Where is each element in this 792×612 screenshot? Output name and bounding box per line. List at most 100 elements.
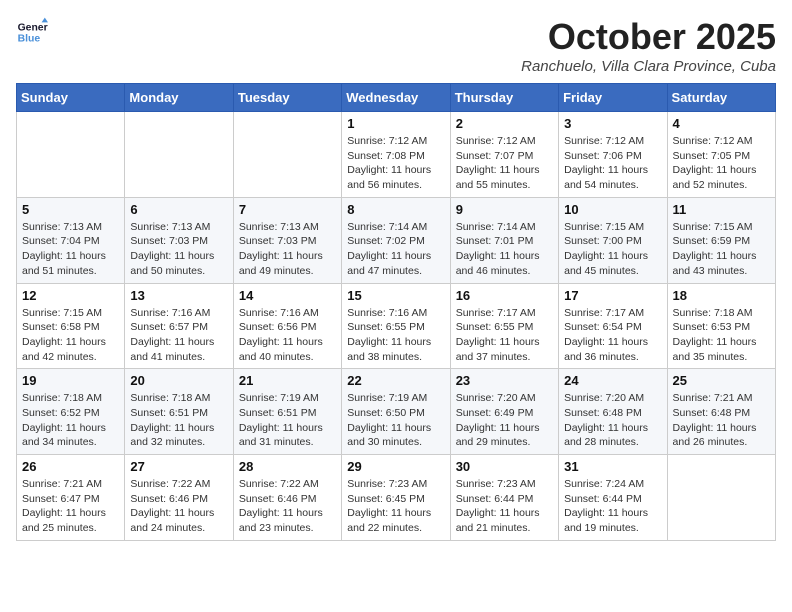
location: Ranchuelo, Villa Clara Province, Cuba [521, 58, 776, 75]
calendar-day-cell: 19 Sunrise: 7:18 AM Sunset: 6:52 PM Dayli… [17, 369, 125, 455]
day-number: 11 [673, 202, 770, 217]
calendar-day-cell [17, 112, 125, 198]
day-info: Sunrise: 7:20 AM Sunset: 6:49 PM Dayligh… [456, 391, 553, 450]
day-number: 5 [22, 202, 119, 217]
calendar-day-cell: 15Sunrise: 7:16 AM Sunset: 6:55 PM Dayli… [342, 283, 450, 369]
day-info: Sunrise: 7:13 AM Sunset: 7:03 PM Dayligh… [130, 220, 227, 279]
calendar-day-cell: 28 Sunrise: 7:22 AM Sunset: 6:46 PM Dayli… [233, 455, 341, 541]
day-info: Sunrise: 7:16 AM Sunset: 6:57 PM Dayligh… [130, 306, 227, 365]
calendar-week-4: 19 Sunrise: 7:18 AM Sunset: 6:52 PM Dayli… [17, 369, 776, 455]
day-info: Sunrise: 7:19 AM Sunset: 6:51 PM Dayligh… [239, 391, 336, 450]
day-info: Sunrise: 7:24 AM Sunset: 6:44 PM Dayligh… [564, 477, 661, 536]
day-number: 15 [347, 288, 444, 303]
day-number: 9 [456, 202, 553, 217]
calendar-day-cell: 13 Sunrise: 7:16 AM Sunset: 6:57 PM Dayli… [125, 283, 233, 369]
day-number: 20 [130, 373, 227, 388]
day-number: 7 [239, 202, 336, 217]
weekday-header-thursday: Thursday [450, 84, 558, 112]
calendar-day-cell: 5 Sunrise: 7:13 AM Sunset: 7:04 PM Daylig… [17, 197, 125, 283]
day-info: Sunrise: 7:19 AM Sunset: 6:50 PM Dayligh… [347, 391, 444, 450]
day-number: 4 [673, 116, 770, 131]
day-number: 10 [564, 202, 661, 217]
calendar-day-cell: 3 Sunrise: 7:12 AM Sunset: 7:06 PM Daylig… [559, 112, 667, 198]
calendar-day-cell: 1Sunrise: 7:12 AM Sunset: 7:08 PM Daylig… [342, 112, 450, 198]
day-info: Sunrise: 7:20 AM Sunset: 6:48 PM Dayligh… [564, 391, 661, 450]
calendar-header-row: SundayMondayTuesdayWednesdayThursdayFrid… [17, 84, 776, 112]
title-block: October 2025 Ranchuelo, Villa Clara Prov… [521, 16, 776, 75]
day-info: Sunrise: 7:23 AM Sunset: 6:45 PM Dayligh… [347, 477, 444, 536]
weekday-header-tuesday: Tuesday [233, 84, 341, 112]
calendar-day-cell: 22 Sunrise: 7:19 AM Sunset: 6:50 PM Dayli… [342, 369, 450, 455]
day-number: 27 [130, 459, 227, 474]
day-number: 8 [347, 202, 444, 217]
calendar-day-cell: 9 Sunrise: 7:14 AM Sunset: 7:01 PM Daylig… [450, 197, 558, 283]
day-number: 17 [564, 288, 661, 303]
calendar-day-cell [233, 112, 341, 198]
calendar-day-cell: 30Sunrise: 7:23 AM Sunset: 6:44 PM Dayli… [450, 455, 558, 541]
calendar-day-cell: 26Sunrise: 7:21 AM Sunset: 6:47 PM Dayli… [17, 455, 125, 541]
day-number: 30 [456, 459, 553, 474]
day-number: 22 [347, 373, 444, 388]
weekday-header-monday: Monday [125, 84, 233, 112]
page-header: General Blue October 2025 Ranchuelo, Vil… [16, 16, 776, 75]
weekday-header-sunday: Sunday [17, 84, 125, 112]
calendar-week-1: 1Sunrise: 7:12 AM Sunset: 7:08 PM Daylig… [17, 112, 776, 198]
day-number: 23 [456, 373, 553, 388]
weekday-header-saturday: Saturday [667, 84, 775, 112]
day-info: Sunrise: 7:17 AM Sunset: 6:54 PM Dayligh… [564, 306, 661, 365]
calendar-week-5: 26Sunrise: 7:21 AM Sunset: 6:47 PM Dayli… [17, 455, 776, 541]
calendar-day-cell: 18 Sunrise: 7:18 AM Sunset: 6:53 PM Dayli… [667, 283, 775, 369]
day-info: Sunrise: 7:13 AM Sunset: 7:03 PM Dayligh… [239, 220, 336, 279]
calendar-day-cell: 2 Sunrise: 7:12 AM Sunset: 7:07 PM Daylig… [450, 112, 558, 198]
calendar-day-cell: 7 Sunrise: 7:13 AM Sunset: 7:03 PM Daylig… [233, 197, 341, 283]
day-number: 13 [130, 288, 227, 303]
calendar-day-cell: 24 Sunrise: 7:20 AM Sunset: 6:48 PM Dayli… [559, 369, 667, 455]
calendar-day-cell: 16 Sunrise: 7:17 AM Sunset: 6:55 PM Dayli… [450, 283, 558, 369]
calendar-day-cell: 21 Sunrise: 7:19 AM Sunset: 6:51 PM Dayli… [233, 369, 341, 455]
day-number: 1 [347, 116, 444, 131]
weekday-header-wednesday: Wednesday [342, 84, 450, 112]
day-info: Sunrise: 7:12 AM Sunset: 7:06 PM Dayligh… [564, 134, 661, 193]
day-number: 28 [239, 459, 336, 474]
calendar-day-cell: 11 Sunrise: 7:15 AM Sunset: 6:59 PM Dayli… [667, 197, 775, 283]
day-number: 24 [564, 373, 661, 388]
day-number: 14 [239, 288, 336, 303]
calendar-day-cell [667, 455, 775, 541]
day-info: Sunrise: 7:12 AM Sunset: 7:07 PM Dayligh… [456, 134, 553, 193]
day-number: 18 [673, 288, 770, 303]
calendar-day-cell: 10Sunrise: 7:15 AM Sunset: 7:00 PM Dayli… [559, 197, 667, 283]
calendar-day-cell: 12 Sunrise: 7:15 AM Sunset: 6:58 PM Dayli… [17, 283, 125, 369]
calendar-day-cell: 14 Sunrise: 7:16 AM Sunset: 6:56 PM Dayli… [233, 283, 341, 369]
day-info: Sunrise: 7:21 AM Sunset: 6:47 PM Dayligh… [22, 477, 119, 536]
month-title: October 2025 [521, 16, 776, 58]
day-info: Sunrise: 7:15 AM Sunset: 6:58 PM Dayligh… [22, 306, 119, 365]
day-info: Sunrise: 7:17 AM Sunset: 6:55 PM Dayligh… [456, 306, 553, 365]
day-number: 29 [347, 459, 444, 474]
calendar-day-cell: 6Sunrise: 7:13 AM Sunset: 7:03 PM Daylig… [125, 197, 233, 283]
day-number: 16 [456, 288, 553, 303]
day-info: Sunrise: 7:12 AM Sunset: 7:05 PM Dayligh… [673, 134, 770, 193]
calendar-day-cell: 8 Sunrise: 7:14 AM Sunset: 7:02 PM Daylig… [342, 197, 450, 283]
day-info: Sunrise: 7:16 AM Sunset: 6:56 PM Dayligh… [239, 306, 336, 365]
day-number: 21 [239, 373, 336, 388]
calendar-day-cell: 17 Sunrise: 7:17 AM Sunset: 6:54 PM Dayli… [559, 283, 667, 369]
day-info: Sunrise: 7:18 AM Sunset: 6:53 PM Dayligh… [673, 306, 770, 365]
calendar-day-cell: 23 Sunrise: 7:20 AM Sunset: 6:49 PM Dayli… [450, 369, 558, 455]
day-info: Sunrise: 7:18 AM Sunset: 6:52 PM Dayligh… [22, 391, 119, 450]
day-info: Sunrise: 7:14 AM Sunset: 7:01 PM Dayligh… [456, 220, 553, 279]
weekday-header-friday: Friday [559, 84, 667, 112]
calendar-day-cell: 29 Sunrise: 7:23 AM Sunset: 6:45 PM Dayli… [342, 455, 450, 541]
calendar-day-cell: 25Sunrise: 7:21 AM Sunset: 6:48 PM Dayli… [667, 369, 775, 455]
day-number: 3 [564, 116, 661, 131]
day-number: 12 [22, 288, 119, 303]
day-info: Sunrise: 7:22 AM Sunset: 6:46 PM Dayligh… [239, 477, 336, 536]
day-info: Sunrise: 7:15 AM Sunset: 6:59 PM Dayligh… [673, 220, 770, 279]
day-number: 2 [456, 116, 553, 131]
calendar-table: SundayMondayTuesdayWednesdayThursdayFrid… [16, 83, 776, 541]
calendar-day-cell: 4 Sunrise: 7:12 AM Sunset: 7:05 PM Daylig… [667, 112, 775, 198]
calendar-day-cell: 20Sunrise: 7:18 AM Sunset: 6:51 PM Dayli… [125, 369, 233, 455]
day-number: 19 [22, 373, 119, 388]
day-info: Sunrise: 7:14 AM Sunset: 7:02 PM Dayligh… [347, 220, 444, 279]
day-info: Sunrise: 7:13 AM Sunset: 7:04 PM Dayligh… [22, 220, 119, 279]
day-number: 25 [673, 373, 770, 388]
